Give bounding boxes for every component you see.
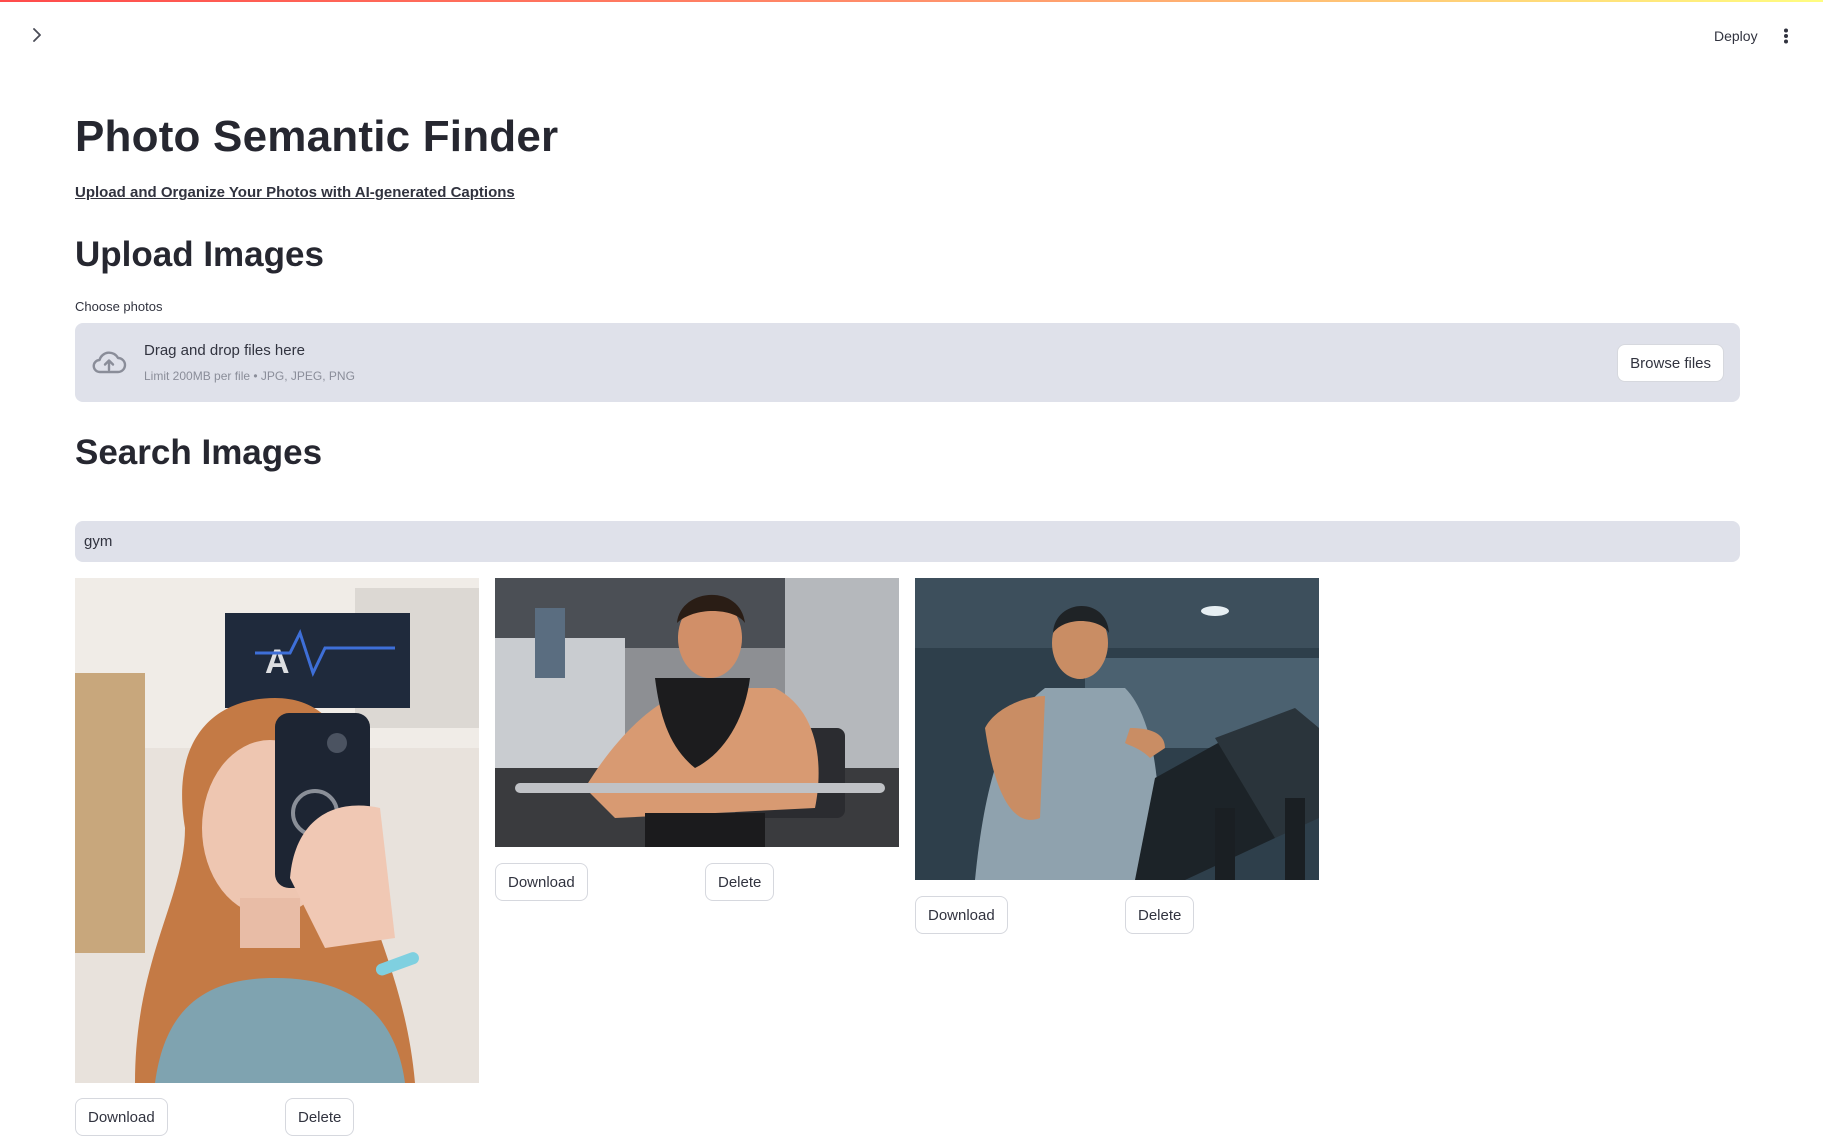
search-heading: Search Images [75, 433, 323, 472]
delete-button[interactable]: Delete [285, 1098, 355, 1136]
result-image: A [75, 578, 479, 1083]
kebab-menu-icon [1783, 28, 1789, 49]
download-button[interactable]: Download [915, 896, 1008, 934]
app-header: Deploy [0, 2, 1823, 68]
upload-heading: Upload Images [75, 235, 324, 274]
download-button[interactable]: Download [75, 1098, 168, 1136]
page-title: Photo Semantic Finder [75, 112, 559, 161]
file-uploader-label: Choose photos [75, 299, 163, 314]
file-dropzone[interactable]: Drag and drop files here Limit 200MB per… [75, 323, 1740, 402]
download-button[interactable]: Download [495, 863, 588, 901]
sidebar-toggle-button[interactable] [24, 24, 50, 50]
dropzone-limit-text: Limit 200MB per file • JPG, JPEG, PNG [144, 369, 355, 383]
result-image [495, 578, 899, 847]
delete-button[interactable]: Delete [705, 863, 775, 901]
svg-text:A: A [265, 643, 290, 681]
result-image [915, 578, 1319, 880]
delete-button[interactable]: Delete [1125, 896, 1195, 934]
dropzone-title: Drag and drop files here [144, 342, 305, 359]
browse-files-button[interactable]: Browse files [1617, 344, 1724, 382]
search-input[interactable] [75, 521, 1740, 562]
chevron-right-icon [31, 27, 43, 47]
cloud-upload-icon [89, 343, 129, 383]
deploy-button[interactable]: Deploy [1710, 24, 1762, 48]
page-subtitle: Upload and Organize Your Photos with AI-… [75, 184, 515, 201]
main-menu-button[interactable] [1776, 26, 1796, 50]
